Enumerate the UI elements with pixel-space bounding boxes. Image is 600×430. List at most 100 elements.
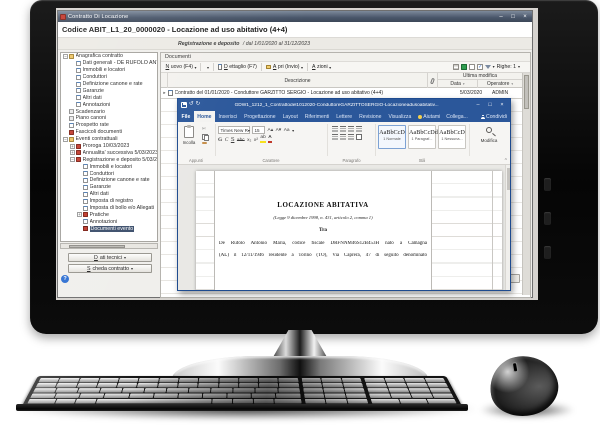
- tab-progettazione[interactable]: Progettazione: [241, 111, 279, 122]
- tree-item[interactable]: Definizione canone e rate: [61, 81, 157, 88]
- tree-item[interactable]: Documenti evento: [61, 225, 157, 232]
- tree-item[interactable]: Conduttori: [61, 74, 157, 81]
- filter-dropdown-arrow[interactable]: ▾: [493, 64, 495, 69]
- column-ultima-modifica[interactable]: Ultima modifica: [438, 73, 522, 80]
- align-center-icon[interactable]: [340, 134, 346, 140]
- font-size-select[interactable]: 15: [252, 126, 265, 134]
- share-button[interactable]: Condividi: [478, 111, 510, 122]
- font-name-select[interactable]: Times New R▾: [218, 126, 250, 134]
- tree-item[interactable]: Immobili e locatori: [61, 163, 157, 170]
- layout-icon[interactable]: [469, 64, 475, 70]
- tree-item[interactable]: −Anagrafica contratto: [61, 53, 157, 60]
- style-card[interactable]: AaBbCcDd1 Paragraf...: [408, 125, 436, 149]
- superscript-button[interactable]: x²: [254, 138, 258, 143]
- tree-item[interactable]: Definizione canone e rate: [61, 177, 157, 184]
- shrink-font-icon[interactable]: A▾: [276, 128, 282, 133]
- tree-item[interactable]: −Registrazione e deposito 5/03/2023: [61, 156, 157, 163]
- word-titlebar[interactable]: ↺ ↻ GDW1_1212_1_Contrattodel1012020-Cond…: [178, 99, 510, 111]
- strikethrough-button[interactable]: abc: [237, 138, 245, 143]
- app-titlebar[interactable]: Contratto Di Locazione – □ ×: [58, 11, 532, 22]
- tree-item[interactable]: −Eventi contrattuali: [61, 136, 157, 143]
- change-case-icon[interactable]: Aa: [284, 128, 290, 133]
- tree-item[interactable]: Altri dati: [61, 94, 157, 101]
- redo-icon[interactable]: ↻: [196, 102, 201, 108]
- word-minimize-button[interactable]: –: [473, 102, 483, 108]
- document-page[interactable]: LOCAZIONE ABITATIVA (Legge 9 dicembre 19…: [196, 171, 502, 290]
- align-left-icon[interactable]: [332, 134, 338, 140]
- tree-item[interactable]: Garanzie: [61, 184, 157, 191]
- tab-aiutami[interactable]: Aiutami: [415, 111, 444, 122]
- toolbar-button-azioni[interactable]: Azioni▾: [311, 64, 332, 70]
- tree-item[interactable]: Annotazioni: [61, 101, 157, 108]
- undo-icon[interactable]: ↺: [189, 102, 194, 108]
- app-minimize-button[interactable]: –: [496, 13, 506, 21]
- tree-item[interactable]: +Pratiche: [61, 211, 157, 218]
- tree-item[interactable]: Imposta di registro: [61, 198, 157, 205]
- tree-item[interactable]: Imposta di bollo e/o Allegati: [61, 205, 157, 212]
- line-spacing-icon[interactable]: [348, 134, 354, 140]
- column-descrizione[interactable]: Descrizione: [168, 73, 428, 88]
- borders-icon[interactable]: [356, 134, 362, 140]
- tab-file[interactable]: File: [178, 111, 194, 122]
- filter-icon[interactable]: [485, 65, 491, 69]
- tab-layout[interactable]: Layout: [279, 111, 301, 122]
- save-icon[interactable]: [181, 102, 187, 108]
- tree-expander-icon[interactable]: +: [77, 212, 82, 217]
- rows-dropdown-arrow[interactable]: ▾: [518, 64, 520, 69]
- indent-decrease-icon[interactable]: [348, 126, 354, 132]
- column-data[interactable]: Data ▾: [438, 80, 478, 88]
- tree-expander-icon[interactable]: +: [70, 144, 75, 149]
- numbered-list-icon[interactable]: [340, 126, 346, 132]
- word-scrollbar-thumb[interactable]: [507, 168, 510, 190]
- tree-item[interactable]: +Annualita' successiva 5/03/2023: [61, 149, 157, 156]
- word-close-button[interactable]: ×: [497, 102, 507, 108]
- tree-item[interactable]: Annotazioni: [61, 218, 157, 225]
- sort-arrow-icon[interactable]: ▾: [511, 82, 513, 86]
- underline-button[interactable]: S: [231, 137, 235, 143]
- tree-item[interactable]: Immobili e locatori: [61, 67, 157, 74]
- tab-revisione[interactable]: Revisione: [356, 111, 385, 122]
- tab-home[interactable]: Home: [194, 111, 215, 122]
- tree-scrollbar-thumb[interactable]: [69, 245, 125, 248]
- tab-riferimenti[interactable]: Riferimenti: [301, 111, 332, 122]
- copy-icon[interactable]: [202, 134, 207, 139]
- tree-item[interactable]: +Proroga 10/03/2023: [61, 143, 157, 150]
- style-card[interactable]: AaBbCcD1 Normale: [378, 125, 406, 149]
- tree-item[interactable]: Fascicoli documenti: [61, 129, 157, 136]
- editing-group[interactable]: Modifica: [470, 122, 508, 164]
- tree-expander-icon[interactable]: −: [63, 54, 68, 59]
- attachment-column-header[interactable]: [428, 73, 438, 88]
- indent-increase-icon[interactable]: [356, 126, 362, 132]
- export-excel-icon[interactable]: [461, 64, 467, 70]
- tab-lettere[interactable]: Lettere: [333, 111, 356, 122]
- italic-button[interactable]: C: [225, 137, 229, 143]
- toolbar-button-dettaglio-f7-[interactable]: Dettaglio (F7): [217, 64, 258, 70]
- tree-item[interactable]: Scadenzario: [61, 108, 157, 115]
- app-maximize-button[interactable]: □: [508, 13, 518, 21]
- tree-button[interactable]: Scheda contratto▾: [68, 264, 152, 273]
- grid-view-icon[interactable]: [453, 64, 459, 70]
- tab-collega[interactable]: Collega...: [443, 111, 471, 122]
- bold-button[interactable]: G: [218, 137, 222, 143]
- tree-expander-icon[interactable]: −: [70, 157, 75, 162]
- tree-item[interactable]: Garanzie: [61, 87, 157, 94]
- column-operatore[interactable]: Operatore ▾: [478, 80, 522, 88]
- toolbar-button-delete[interactable]: ▾: [204, 65, 210, 70]
- tree-expander-icon[interactable]: +: [70, 150, 75, 155]
- tree-item[interactable]: Prospetto rate: [61, 122, 157, 129]
- tree-expander-icon[interactable]: −: [63, 137, 68, 142]
- highlight-color-button[interactable]: ab: [260, 136, 265, 143]
- select-rows-icon[interactable]: [477, 64, 483, 70]
- font-color-button[interactable]: A: [268, 136, 271, 143]
- paste-button[interactable]: [184, 126, 194, 138]
- word-maximize-button[interactable]: □: [485, 102, 495, 108]
- tab-inserisci[interactable]: Inserisci: [215, 111, 241, 122]
- style-card[interactable]: AaBbCcD1 Nessuna...: [438, 125, 466, 149]
- tab-visualizza[interactable]: Visualizza: [385, 111, 415, 122]
- grow-font-icon[interactable]: A▴: [268, 128, 274, 133]
- cut-icon[interactable]: ✄: [202, 126, 207, 132]
- tree-button[interactable]: Dati tecnici▾: [68, 253, 152, 262]
- word-vertical-scrollbar[interactable]: [505, 165, 510, 290]
- subscript-button[interactable]: x₂: [247, 138, 251, 143]
- help-icon[interactable]: ?: [61, 275, 69, 283]
